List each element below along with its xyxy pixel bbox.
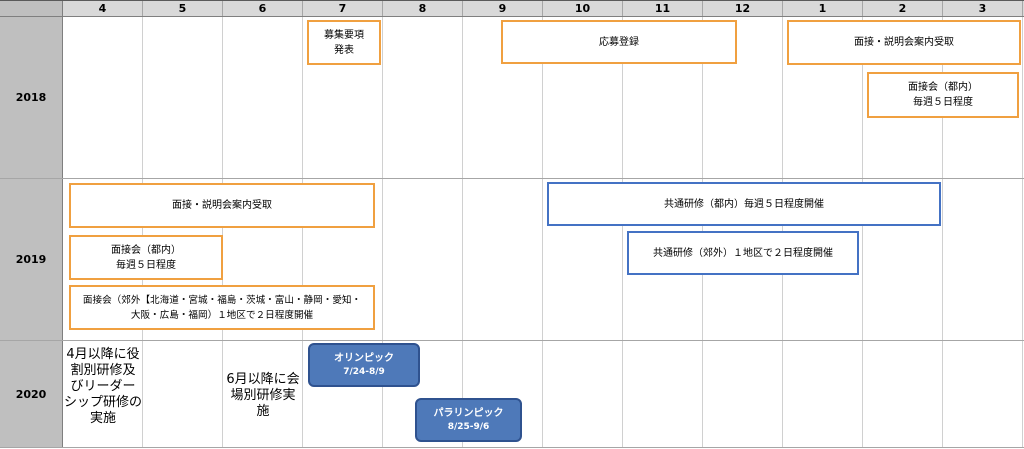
interview-tokyo-box-2018: 面接会（都内） 毎週５日程度 bbox=[867, 72, 1019, 118]
olympics-box: オリンピック 7/24-8/9 bbox=[308, 343, 420, 387]
box-text: 面接会（都内） bbox=[908, 82, 978, 93]
recruitment-announcement-box: 募集要項 発表 bbox=[307, 20, 381, 65]
box-text: 共通研修（都内）毎週５日程度開催 bbox=[664, 198, 824, 210]
note-line: 6月以降に会 bbox=[226, 372, 300, 387]
month-header-cell: 10 bbox=[543, 1, 623, 16]
month-header-cell: 1 bbox=[783, 1, 863, 16]
month-header-cell: 3 bbox=[943, 1, 1023, 16]
row-divider bbox=[0, 178, 1024, 179]
box-text: 面接・説明会案内受取 bbox=[172, 200, 272, 211]
interview-notice-box-2018: 面接・説明会案内受取 bbox=[787, 20, 1021, 65]
month-header-cell: 8 bbox=[383, 1, 463, 16]
common-training-tokyo-box: 共通研修（都内）毎週５日程度開催 bbox=[547, 182, 941, 226]
note-line: 割別研修及 bbox=[70, 363, 136, 378]
box-text: 大阪・広島・福岡）１地区で２日程度開催 bbox=[130, 309, 314, 321]
month-header-cell: 7 bbox=[303, 1, 383, 16]
year-label-2019: 2019 bbox=[15, 252, 47, 266]
box-text: 募集要項 bbox=[324, 29, 364, 41]
paralympics-title: パラリンピック bbox=[433, 407, 504, 419]
paralympics-dates: 8/25-9/6 bbox=[447, 421, 490, 432]
interview-tokyo-box-2019: 面接会（都内） 毎週５日程度 bbox=[69, 235, 223, 280]
note-line: 場別研修実 bbox=[230, 388, 296, 403]
box-text: 応募登録 bbox=[599, 36, 639, 48]
application-registration-box: 応募登録 bbox=[501, 20, 737, 64]
corner-cell bbox=[0, 0, 63, 17]
month-header-cell: 4 bbox=[63, 1, 143, 16]
interview-notice-box-2019: 面接・説明会案内受取 bbox=[69, 183, 375, 228]
note-line: 4月以降に役 bbox=[66, 347, 140, 362]
olympics-title: オリンピック bbox=[334, 352, 394, 364]
box-text: 発表 bbox=[334, 44, 354, 56]
paralympics-box: パラリンピック 8/25-9/6 bbox=[415, 398, 522, 442]
month-header-cell: 11 bbox=[623, 1, 703, 16]
interview-regional-box: 面接会（郊外【北海道・宮城・福島・茨城・富山・静岡・愛知・ 大阪・広島・福岡）１… bbox=[69, 285, 375, 330]
olympics-dates: 7/24-8/9 bbox=[343, 366, 385, 377]
box-text: 面接・説明会案内受取 bbox=[854, 37, 954, 48]
role-training-note: 4月以降に役 割別研修及 びリーダー シップ研修の 実施 bbox=[63, 347, 143, 427]
box-text: 毎週５日程度 bbox=[116, 259, 176, 271]
month-header-cell: 6 bbox=[223, 1, 303, 16]
month-header-cell: 9 bbox=[463, 1, 543, 16]
note-line: 施 bbox=[256, 404, 270, 419]
note-line: びリーダー bbox=[70, 379, 136, 394]
bottom-border bbox=[0, 447, 1024, 448]
common-training-regional-box: 共通研修（郊外）１地区で２日程度開催 bbox=[627, 231, 859, 275]
month-header-cell: 12 bbox=[703, 1, 783, 16]
note-line: 実施 bbox=[89, 411, 116, 426]
box-text: 面接会（郊外【北海道・宮城・福島・茨城・富山・静岡・愛知・ bbox=[82, 294, 362, 306]
year-label-2018: 2018 bbox=[15, 91, 47, 104]
year-label-2020: 2020 bbox=[15, 387, 47, 401]
month-header-cell: 2 bbox=[863, 1, 943, 16]
month-header: 4 5 6 7 8 9 10 11 12 1 2 3 bbox=[63, 0, 1024, 17]
schedule-sheet: 4 5 6 7 8 9 10 11 12 1 2 3 2018 2019 202… bbox=[0, 0, 1024, 449]
box-text: 面接会（都内） bbox=[111, 244, 181, 256]
month-header-cell: 5 bbox=[143, 1, 223, 16]
venue-training-note: 6月以降に会 場別研修実 施 bbox=[223, 372, 303, 420]
box-text: 共通研修（郊外）１地区で２日程度開催 bbox=[653, 247, 833, 259]
row-divider bbox=[0, 340, 1024, 341]
note-line: シップ研修の bbox=[63, 395, 142, 410]
box-text: 毎週５日程度 bbox=[913, 97, 973, 108]
